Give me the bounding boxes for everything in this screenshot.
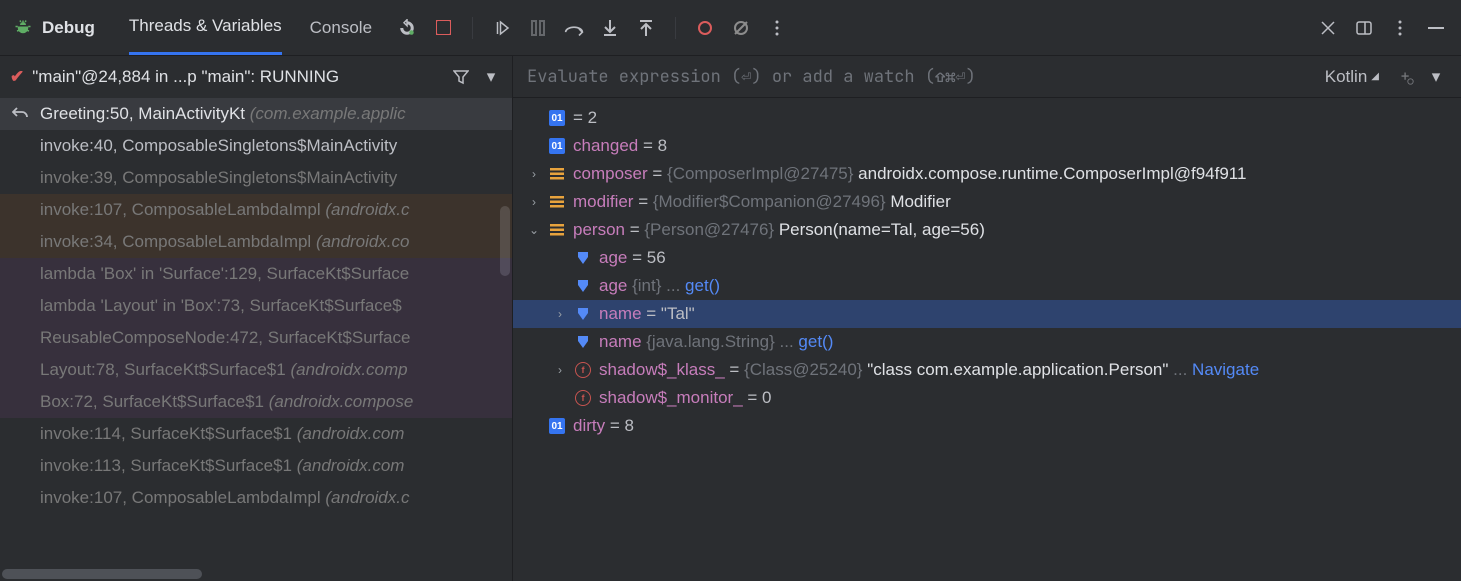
stack-frame[interactable]: lambda 'Box' in 'Surface':129, SurfaceKt… [0, 258, 512, 290]
expand-arrow-icon[interactable]: ⌄ [527, 223, 541, 237]
stack-frame[interactable]: invoke:113, SurfaceKt$Surface$1 (android… [0, 450, 512, 482]
obj-icon [549, 166, 565, 182]
frames-list[interactable]: Greeting:50, MainActivityKt (com.example… [0, 98, 512, 581]
stack-frame[interactable]: Greeting:50, MainActivityKt (com.example… [0, 98, 512, 130]
undo-icon[interactable] [12, 106, 28, 120]
variable-row[interactable]: ›name = "Tal" [513, 300, 1461, 328]
variable-row[interactable]: ›01= 2 [513, 104, 1461, 132]
stack-frame[interactable]: invoke:107, ComposableLambdaImpl (androi… [0, 482, 512, 514]
layout-icon[interactable] [1353, 17, 1375, 39]
stack-frame[interactable]: Layout:78, SurfaceKt$Surface$1 (androidx… [0, 354, 512, 386]
variable-row[interactable]: ⌄person = {Person@27476} Person(name=Tal… [513, 216, 1461, 244]
expand-arrow-icon[interactable]: › [553, 363, 567, 377]
options-icon[interactable] [1389, 17, 1411, 39]
pause-icon [527, 17, 549, 39]
fld-icon [575, 250, 591, 266]
scrollbar-thumb-horizontal[interactable] [2, 569, 202, 579]
int-icon: 01 [549, 418, 565, 434]
stack-frame[interactable]: lambda 'Layout' in 'Box':73, SurfaceKt$S… [0, 290, 512, 322]
tab-console[interactable]: Console [310, 0, 372, 55]
minimize-icon[interactable] [1425, 17, 1447, 39]
variable-row[interactable]: ›fshadow$_monitor_ = 0 [513, 384, 1461, 412]
link[interactable]: get() [680, 276, 720, 295]
frames-panel: ✔ "main"@24,884 in ...p "main": RUNNING … [0, 56, 513, 581]
stack-frame[interactable]: Box:72, SurfaceKt$Surface$1 (androidx.co… [0, 386, 512, 418]
variable-row[interactable]: ›01dirty = 8 [513, 412, 1461, 440]
fin-icon: f [575, 390, 591, 406]
variable-row[interactable]: ›01changed = 8 [513, 132, 1461, 160]
step-out-icon[interactable] [635, 17, 657, 39]
add-watch-icon[interactable] [1395, 66, 1417, 88]
tabs: Threads & Variables Console [129, 0, 372, 55]
fld-icon [575, 278, 591, 294]
evaluate-bar: Evaluate expression (⏎) or add a watch (… [513, 56, 1461, 98]
link[interactable]: Navigate [1187, 360, 1259, 379]
variable-row[interactable]: ›age {int} ... get() [513, 272, 1461, 300]
debug-title: Debug [42, 18, 95, 38]
variable-row[interactable]: ›age = 56 [513, 244, 1461, 272]
stack-frame[interactable]: invoke:34, ComposableLambdaImpl (android… [0, 226, 512, 258]
variable-row[interactable]: ›composer = {ComposerImpl@27475} android… [513, 160, 1461, 188]
variable-row[interactable]: ›fshadow$_klass_ = {Class@25240} "class … [513, 356, 1461, 384]
stack-frame[interactable]: invoke:114, SurfaceKt$Surface$1 (android… [0, 418, 512, 450]
variable-row[interactable]: ›name {java.lang.String} ... get() [513, 328, 1461, 356]
stack-frame[interactable]: invoke:39, ComposableSingletons$MainActi… [0, 162, 512, 194]
mute-breakpoints-icon[interactable] [730, 17, 752, 39]
link[interactable]: get() [794, 332, 834, 351]
running-check-icon: ✔ [10, 67, 24, 87]
chevron-down-icon[interactable]: ▾ [1425, 66, 1447, 88]
more-icon[interactable] [766, 17, 788, 39]
view-breakpoints-icon[interactable] [694, 17, 716, 39]
bug-icon [14, 19, 32, 37]
resume-icon[interactable] [491, 17, 513, 39]
fin-icon: f [575, 362, 591, 378]
debug-toolbar [396, 17, 788, 39]
obj-icon [549, 194, 565, 210]
stop-icon[interactable] [432, 17, 454, 39]
chevron-down-icon[interactable]: ▾ [480, 66, 502, 88]
int-icon: 01 [549, 110, 565, 126]
step-over-icon[interactable] [563, 17, 585, 39]
fld-icon [575, 334, 591, 350]
variables-panel: Evaluate expression (⏎) or add a watch (… [513, 56, 1461, 581]
language-selector[interactable]: Kotlin◢ [1325, 67, 1379, 87]
close-icon[interactable] [1317, 17, 1339, 39]
fld-icon [575, 306, 591, 322]
evaluate-input[interactable]: Evaluate expression (⏎) or add a watch (… [527, 66, 1325, 88]
expand-arrow-icon[interactable]: › [527, 195, 541, 209]
stack-frame[interactable]: invoke:40, ComposableSingletons$MainActi… [0, 130, 512, 162]
expand-arrow-icon[interactable]: › [553, 307, 567, 321]
step-into-icon[interactable] [599, 17, 621, 39]
stack-frame[interactable]: invoke:107, ComposableLambdaImpl (androi… [0, 194, 512, 226]
thread-status-text[interactable]: "main"@24,884 in ...p "main": RUNNING [32, 67, 442, 87]
stack-frame[interactable]: ReusableComposeNode:472, SurfaceKt$Surfa… [0, 322, 512, 354]
tab-threads-variables[interactable]: Threads & Variables [129, 0, 282, 55]
variables-tree[interactable]: ›01= 2›01changed = 8›composer = {Compose… [513, 98, 1461, 581]
rerun-icon[interactable] [396, 17, 418, 39]
obj-icon [549, 222, 565, 238]
variable-row[interactable]: ›modifier = {Modifier$Companion@27496} M… [513, 188, 1461, 216]
expand-arrow-icon[interactable]: › [527, 167, 541, 181]
thread-header: ✔ "main"@24,884 in ...p "main": RUNNING … [0, 56, 512, 98]
filter-icon[interactable] [450, 66, 472, 88]
int-icon: 01 [549, 138, 565, 154]
top-toolbar: Debug Threads & Variables Console [0, 0, 1461, 56]
